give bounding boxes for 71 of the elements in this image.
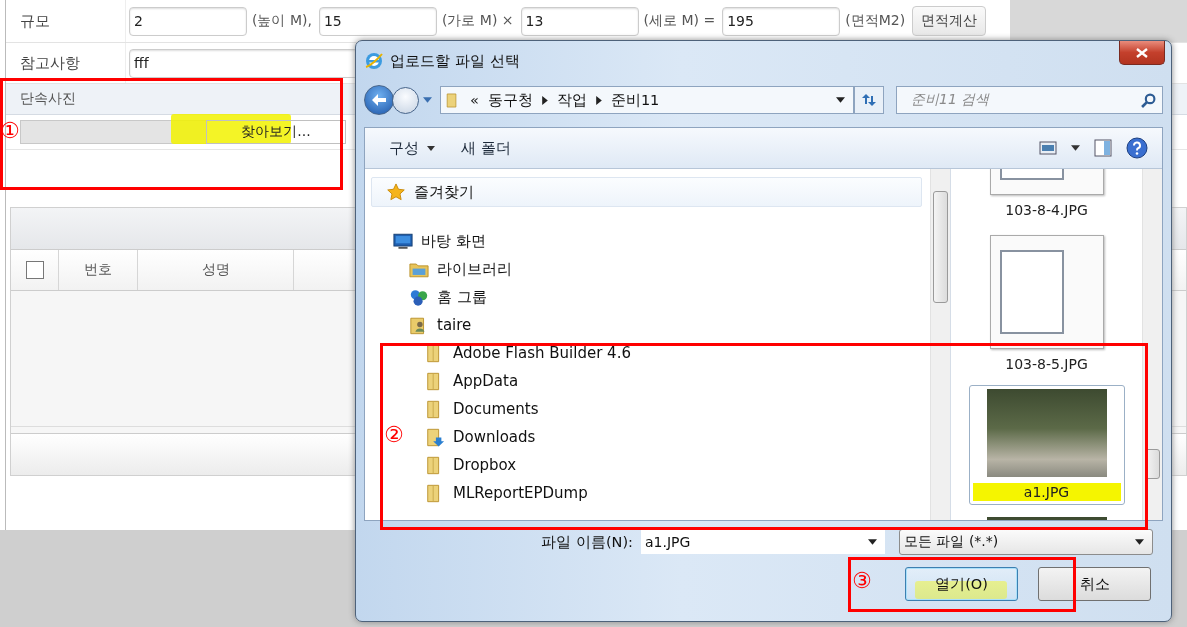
chevron-icon[interactable] [541,95,548,105]
tree-item[interactable]: Downloads [403,423,922,451]
back-button[interactable] [364,85,394,115]
search-icon [1141,92,1156,108]
tree-item[interactable]: Dropbox [403,451,922,479]
caret-icon [868,539,877,545]
globe-e-icon [364,51,384,71]
forward-button[interactable] [392,86,419,114]
file-name-label: 파일 이름(N): [541,532,633,552]
tree-item[interactable]: 홈 그룹 [387,283,922,311]
preview-pane-icon[interactable] [1094,139,1112,157]
open-button[interactable]: 열기(O) [905,567,1018,601]
tree-item[interactable]: taire [387,311,922,339]
file-name: a1.JPG [972,483,1121,501]
step-number: ② [384,424,404,446]
breadcrumb-item[interactable]: 동구청 [487,90,533,110]
caret-icon[interactable] [1071,145,1080,151]
close-button[interactable] [1119,41,1165,65]
back-arrow-icon [371,93,387,107]
tree-item[interactable]: 즐겨찾기 [371,177,922,207]
file-name: 103-8-5.JPG [1004,355,1089,373]
tree-item[interactable]: AppData [403,367,922,395]
field-label: 규모 [6,0,126,42]
unit-label: (면적M2) [845,12,906,30]
field-label: 참고사항 [6,43,126,83]
step-number: ③ [852,570,872,592]
window-title: 업로드할 파일 선택 [390,51,520,71]
breadcrumb-overflow[interactable]: « [470,92,479,108]
tree-item[interactable]: 바탕 화면 [371,227,922,255]
scrollbar[interactable] [1142,169,1162,520]
cancel-button[interactable]: 취소 [1038,567,1151,601]
tree-item[interactable]: MLReportEPDump [403,479,922,507]
caret-icon [427,145,435,151]
refresh-arrows-icon [861,93,877,107]
file-name: 103-8-4.JPG [1004,201,1089,219]
tree-item[interactable]: Documents [403,395,922,423]
address-bar[interactable]: « 동구청 작업 준비11 [440,86,854,114]
caret-icon[interactable] [836,97,845,103]
download-folder-icon [425,427,445,447]
number-field[interactable]: 13 [520,6,639,36]
number-field[interactable]: 15 [318,6,437,36]
scrollbar[interactable] [930,169,950,520]
homegroup-icon [409,287,429,307]
file-item[interactable]: 103-8-5.JPG [985,231,1108,377]
number-field[interactable]: 2 [129,6,247,36]
toolbar-button[interactable]: 새 폴더 [457,136,515,160]
help-icon[interactable] [1126,137,1148,159]
checkbox[interactable] [25,261,44,279]
unit-label: (가로 M) × [441,12,514,30]
star-icon [386,182,406,202]
close-icon [1136,47,1148,58]
unit-label: (높이 M), [252,12,312,30]
file-name-field[interactable]: a1.JPG [641,530,885,554]
refresh-button[interactable] [854,86,884,114]
column-header[interactable]: 성명 [138,250,294,290]
calculate-area-button[interactable]: 면적계산 [912,6,987,36]
unit-label: (세로 M) = [643,12,716,30]
column-header[interactable]: 번호 [59,250,138,290]
file-item[interactable]: 103-8-4.JPG [985,169,1108,223]
breadcrumb-item[interactable]: 작업 [556,90,587,110]
tree-item[interactable]: 라이브러리 [387,255,922,283]
toolbar-button[interactable]: 구성 [385,136,439,160]
caret-icon [1135,539,1144,545]
chevron-icon[interactable] [595,95,602,105]
file-item[interactable]: a1.JPG [968,385,1125,505]
view-mode-icon[interactable] [1039,141,1057,155]
number-field[interactable]: 195 [722,6,841,36]
file-type-dropdown[interactable]: 모든 파일 (*.*) [899,529,1153,555]
monitor-icon [393,231,413,251]
breadcrumb-item[interactable]: 준비11 [610,90,660,110]
tree-item[interactable]: Adobe Flash Builder 4.6 [403,339,922,367]
